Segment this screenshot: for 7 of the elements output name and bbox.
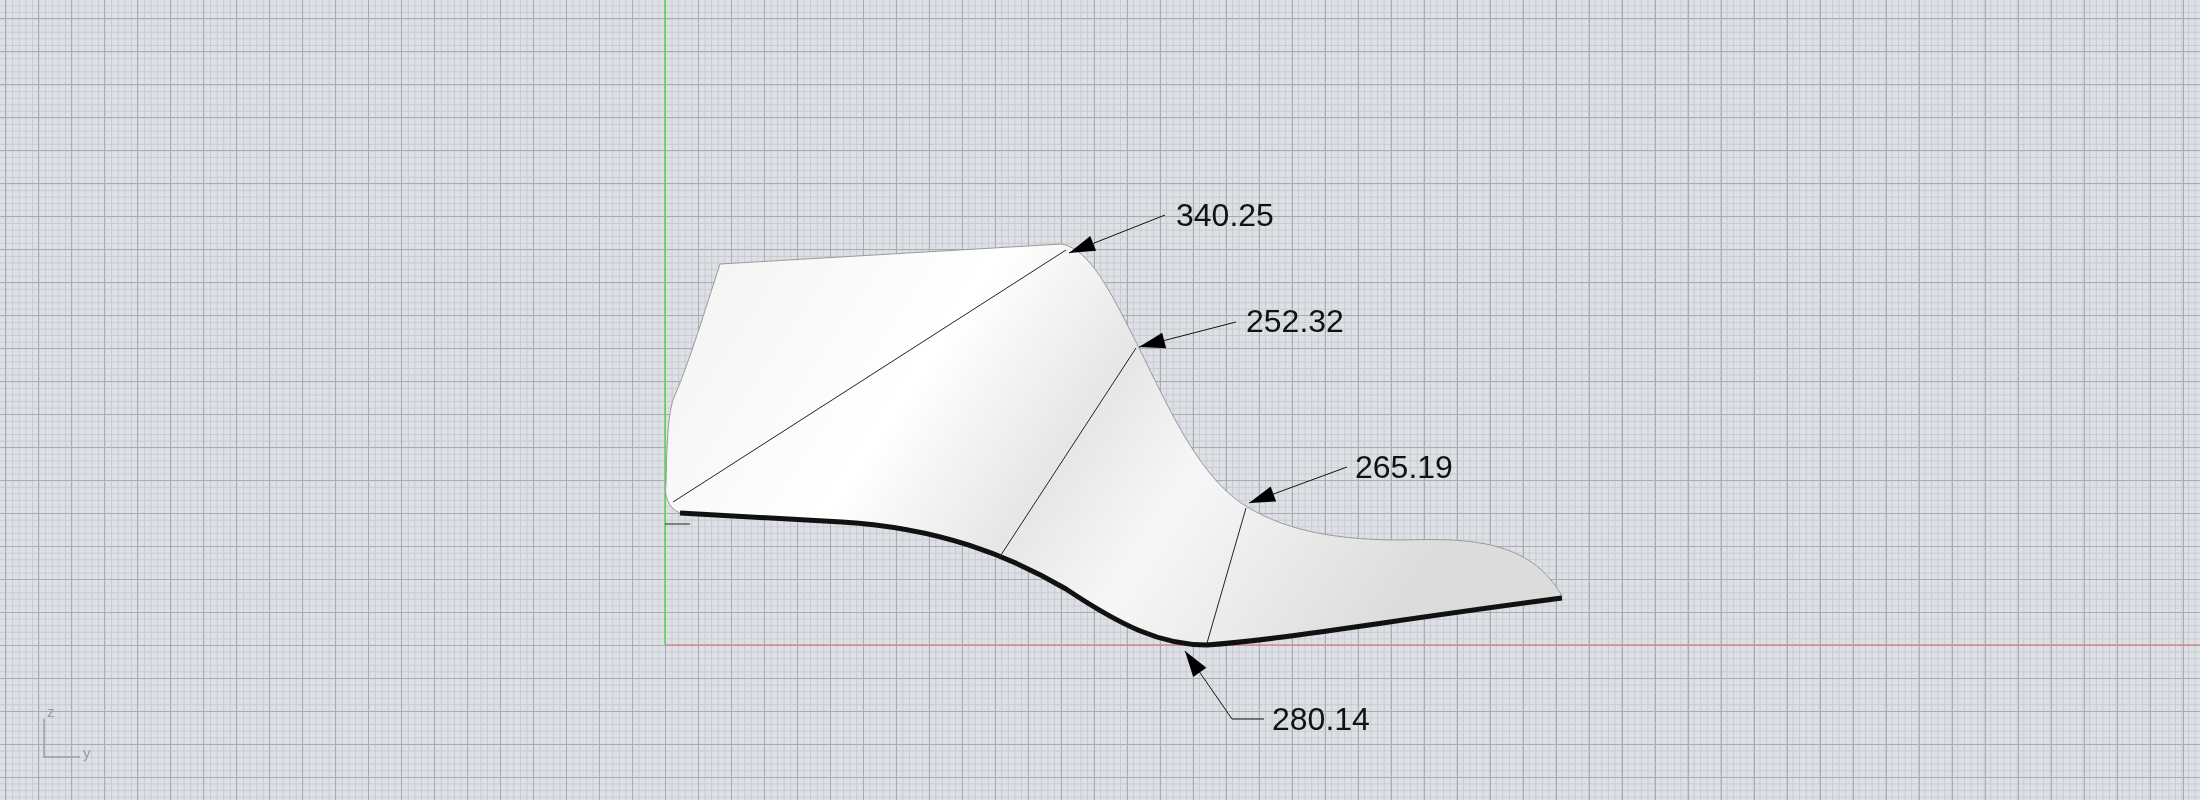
axis-label: z [47, 704, 55, 720]
dimension-label: 340.25 [1176, 197, 1274, 233]
dimension-label: 252.32 [1246, 303, 1344, 339]
dimension-label: 280.14 [1272, 701, 1370, 737]
axis-icon [43, 718, 81, 758]
axis-label: y [83, 745, 91, 761]
dimension-label: 265.19 [1355, 449, 1453, 485]
